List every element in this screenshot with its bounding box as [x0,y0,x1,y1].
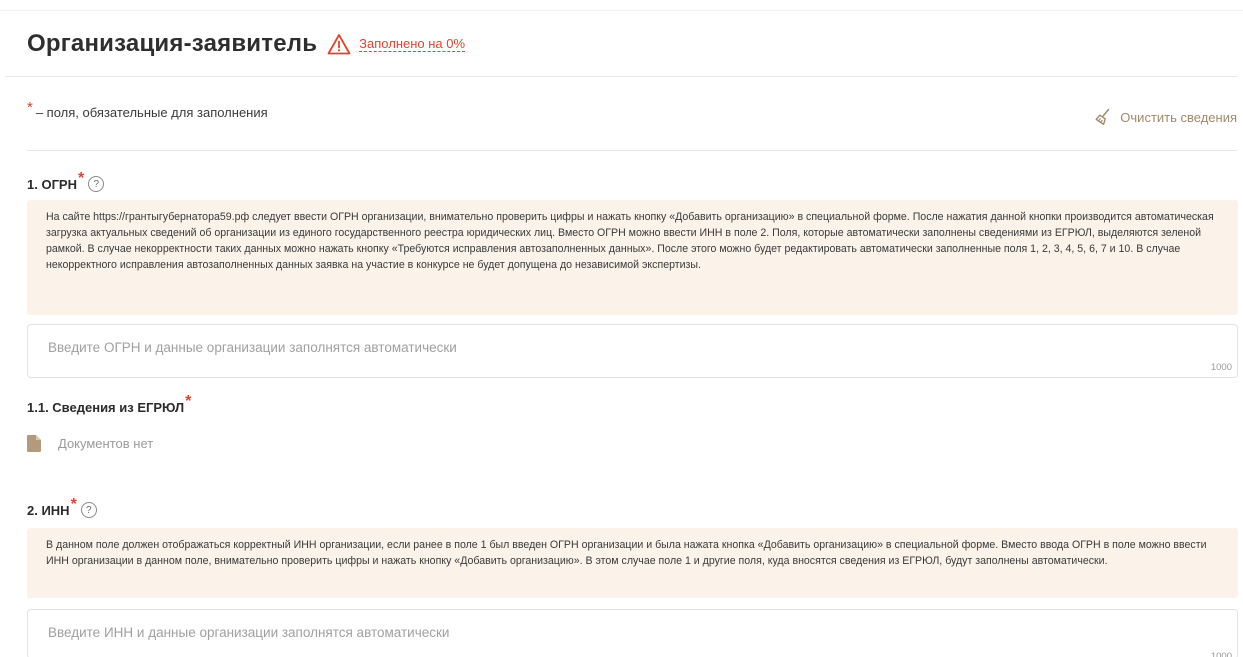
inn-input-container: 1000 [27,609,1238,657]
ogrn-help-icon[interactable]: ? [88,176,105,192]
clear-data-button[interactable]: Очистить сведения [1094,108,1237,126]
egrul-documents-row: Документов нет [27,435,153,452]
egrul-label-text: 1.1. Сведения из ЕГРЮЛ [27,399,185,415]
warning-triangle-icon [327,34,351,55]
fill-progress-link[interactable]: Заполнено на 0% [359,36,466,52]
inn-hint-box: В данном поле должен отображаться коррек… [27,528,1238,598]
required-fields-note: * – поля, обязательные для заполнения [27,99,268,121]
inn-field-label: 2. ИНН * ? [27,496,97,519]
page-title: Организация-заявитель [27,30,318,57]
ogrn-char-limit: 1000 [1210,362,1232,373]
inn-help-icon[interactable]: ? [80,502,97,518]
broom-icon [1095,108,1110,125]
section-header: Организация-заявитель Заполнено на 0% [27,30,466,58]
egrul-field-label: 1.1. Сведения из ЕГРЮЛ * [27,393,191,416]
section-divider [27,150,1237,151]
no-documents-text: Документов нет [58,436,154,451]
inn-input[interactable] [46,624,1150,641]
egrul-required-star: * [185,393,192,410]
inn-required-star: * [70,496,77,513]
ogrn-field-label: 1. ОГРН * ? [27,170,105,193]
header-divider [5,76,1238,77]
ogrn-input[interactable] [46,339,1150,356]
inn-char-limit: 1000 [1210,651,1232,657]
required-note-text: – поля, обязательные для заполнения [35,105,268,120]
required-star: * [27,99,33,116]
document-icon [27,435,41,452]
inn-label-text: 2. ИНН [27,502,70,518]
ogrn-hint-box: На сайте https://грантыгубернатора59.рф … [27,200,1238,315]
clear-data-label: Очистить сведения [1120,109,1237,125]
top-divider [0,10,1243,11]
ogrn-input-container: 1000 [27,324,1238,378]
application-form-page: Организация-заявитель Заполнено на 0% * –… [0,0,1243,657]
ogrn-label-text: 1. ОГРН [27,176,77,192]
ogrn-required-star: * [78,170,85,187]
